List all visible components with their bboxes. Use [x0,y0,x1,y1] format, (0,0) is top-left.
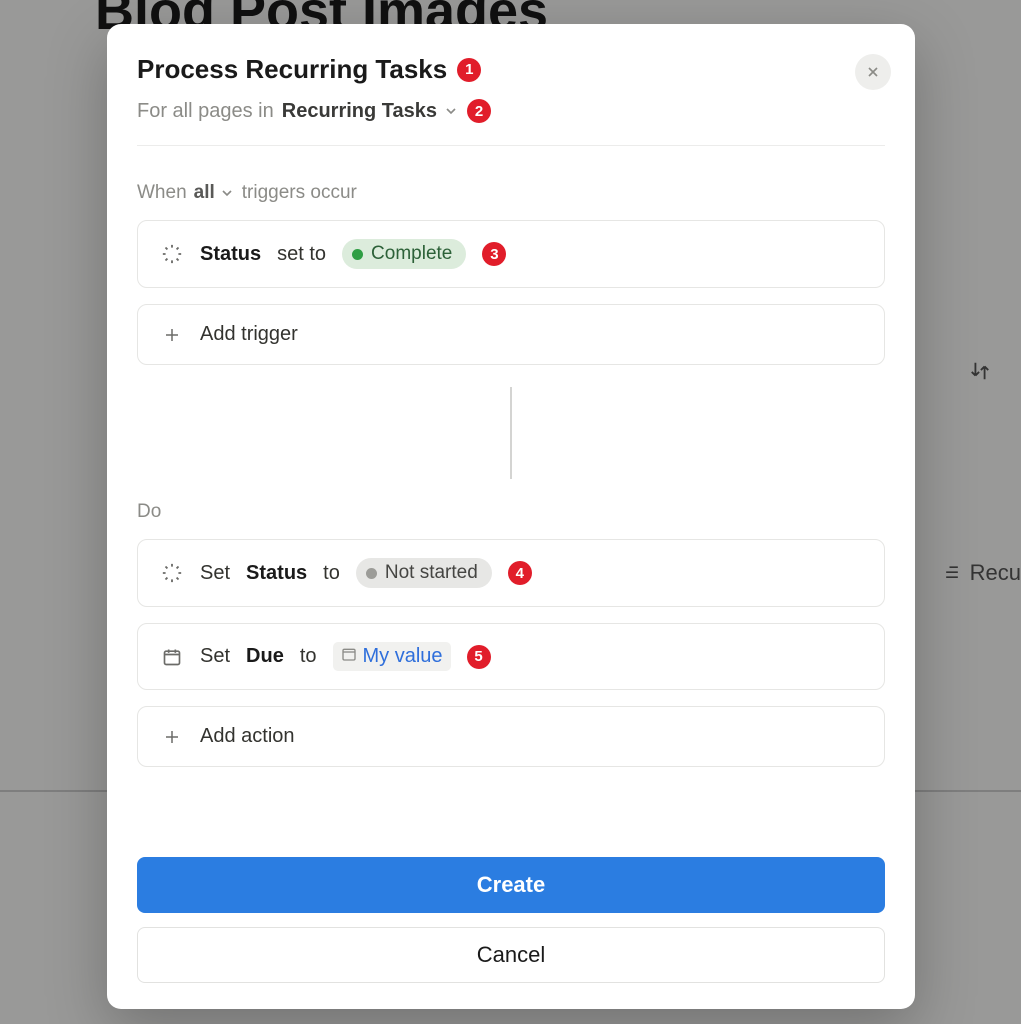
action-value-label: Not started [385,562,478,584]
scope-database-picker[interactable]: Recurring Tasks [282,100,459,123]
action-mid: to [300,645,317,668]
status-dot-icon [366,568,377,579]
add-action-button[interactable]: Add action [137,706,885,767]
trigger-value-pill[interactable]: Complete [342,239,466,269]
plus-icon [160,326,184,344]
trigger-card[interactable]: Status set to Complete 3 [137,220,885,288]
action-value-pill[interactable]: Not started [356,558,492,588]
close-button[interactable] [855,54,891,90]
modal-footer: Create Cancel [137,857,885,983]
calendar-icon [341,645,357,668]
chevron-down-icon [443,103,459,119]
chevron-down-icon [219,185,235,201]
action-prefix: Set [200,645,230,668]
scope-prefix: For all pages in [137,100,274,123]
when-label-row: When all triggers occur [137,182,885,204]
annotation-badge-2: 2 [467,99,491,123]
status-dot-icon [352,249,363,260]
add-trigger-button[interactable]: Add trigger [137,304,885,365]
add-trigger-label: Add trigger [200,323,298,346]
trigger-verb: set to [277,243,326,266]
automation-modal: Process Recurring Tasks 1 For all pages … [107,24,915,1009]
formula-chip[interactable]: My value [333,642,451,671]
flow-connector [510,387,512,479]
when-suffix: triggers occur [242,182,357,204]
annotation-badge-3: 3 [482,242,506,266]
create-button[interactable]: Create [137,857,885,913]
annotation-badge-5: 5 [467,645,491,669]
action-property: Status [246,562,307,585]
when-mode: all [194,182,215,204]
annotation-badge-1: 1 [457,58,481,82]
annotation-badge-4: 4 [508,561,532,585]
scope-row: For all pages in Recurring Tasks 2 [137,99,885,123]
cancel-button[interactable]: Cancel [137,927,885,983]
action-card-date[interactable]: Set Due to My value 5 [137,623,885,690]
trigger-property: Status [200,243,261,266]
action-prefix: Set [200,562,230,585]
close-icon [865,64,881,80]
formula-label: My value [363,645,443,668]
action-card-status[interactable]: Set Status to Not started 4 [137,539,885,607]
trigger-value-label: Complete [371,243,452,265]
add-action-label: Add action [200,725,295,748]
modal-title-row: Process Recurring Tasks 1 [137,54,885,85]
action-mid: to [323,562,340,585]
when-prefix: When [137,182,187,204]
action-property: Due [246,645,284,668]
scope-database-name: Recurring Tasks [282,100,437,123]
automation-name[interactable]: Process Recurring Tasks [137,54,447,85]
status-icon [160,562,184,584]
do-label: Do [137,501,885,523]
calendar-icon [160,647,184,667]
plus-icon [160,728,184,746]
header-divider [137,145,885,146]
status-icon [160,243,184,265]
when-mode-picker[interactable]: all [194,182,235,204]
